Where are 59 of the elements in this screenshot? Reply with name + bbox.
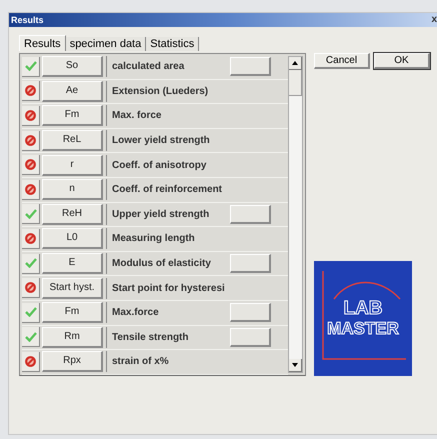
check-icon[interactable] [22,204,40,224]
no-entry-icon[interactable] [22,180,40,200]
check-icon[interactable] [22,327,40,348]
logo-text: MASTER [327,318,399,338]
check-icon[interactable] [22,56,40,77]
check-icon[interactable] [22,302,40,323]
code-button[interactable]: Start hyst. [42,278,103,299]
scrollbar[interactable] [288,56,303,373]
code-button[interactable]: ReL [42,130,103,152]
up-arrow-icon [292,61,298,65]
window-title: Results [11,16,44,24]
logo-text: LAB [343,298,383,318]
scroll-thumb[interactable] [289,70,302,96]
no-entry-icon[interactable] [22,278,40,298]
code-button[interactable]: ReH [42,204,103,225]
description-text: calculated area [111,60,186,74]
value-button[interactable] [230,328,271,347]
no-entry-icon[interactable] [22,130,40,151]
code-button[interactable]: Ae [42,80,103,102]
no-entry-icon[interactable] [22,352,40,372]
description-text: Extension (Lueders) [111,84,210,99]
tab[interactable]: Statistics [146,37,200,51]
description-text: Max.force [111,306,160,320]
description-text: Max. force [111,109,162,124]
code-button[interactable]: n [42,179,103,200]
no-entry-icon[interactable] [22,228,40,249]
check-icon[interactable] [22,254,40,274]
value-button[interactable] [230,57,271,76]
description-text: Modulus of elasticity [111,257,212,272]
no-entry-icon[interactable] [22,81,40,102]
code-button[interactable]: L0 [42,228,103,250]
no-entry-icon[interactable] [22,106,40,126]
scroll-down-button[interactable] [289,359,302,372]
no-entry-icon[interactable] [22,155,40,176]
description-text: Coeff. of reinforcement [111,183,224,198]
code-button[interactable]: So [42,56,103,78]
code-button[interactable]: E [42,253,103,274]
code-button[interactable]: Fm [42,105,103,126]
ok-button[interactable]: OK [374,53,430,69]
down-arrow-icon [292,363,298,367]
tab[interactable]: specimen data [66,37,146,51]
description-text: Measuring length [111,232,196,246]
description-text: Coeff. of anisotropy [111,158,208,173]
code-button[interactable]: r [42,154,103,176]
cancel-button[interactable]: Cancel [314,53,370,69]
value-button[interactable] [230,204,271,224]
value-button[interactable] [230,254,271,274]
tab[interactable]: Results [19,35,66,51]
code-button[interactable]: Fm [42,302,103,324]
close-button[interactable]: x [431,15,437,25]
description-text: strain of x% [111,355,170,370]
code-button[interactable]: Rm [42,326,103,348]
description-text: Start point for hysteresi [111,282,226,296]
code-button[interactable]: Rpx [42,351,103,372]
value-button[interactable] [230,303,271,322]
description-text: Lower yield strength [111,134,211,148]
scroll-up-button[interactable] [289,57,302,70]
description-text: Tensile strength [111,330,190,345]
description-text: Upper yield strength [111,208,210,222]
